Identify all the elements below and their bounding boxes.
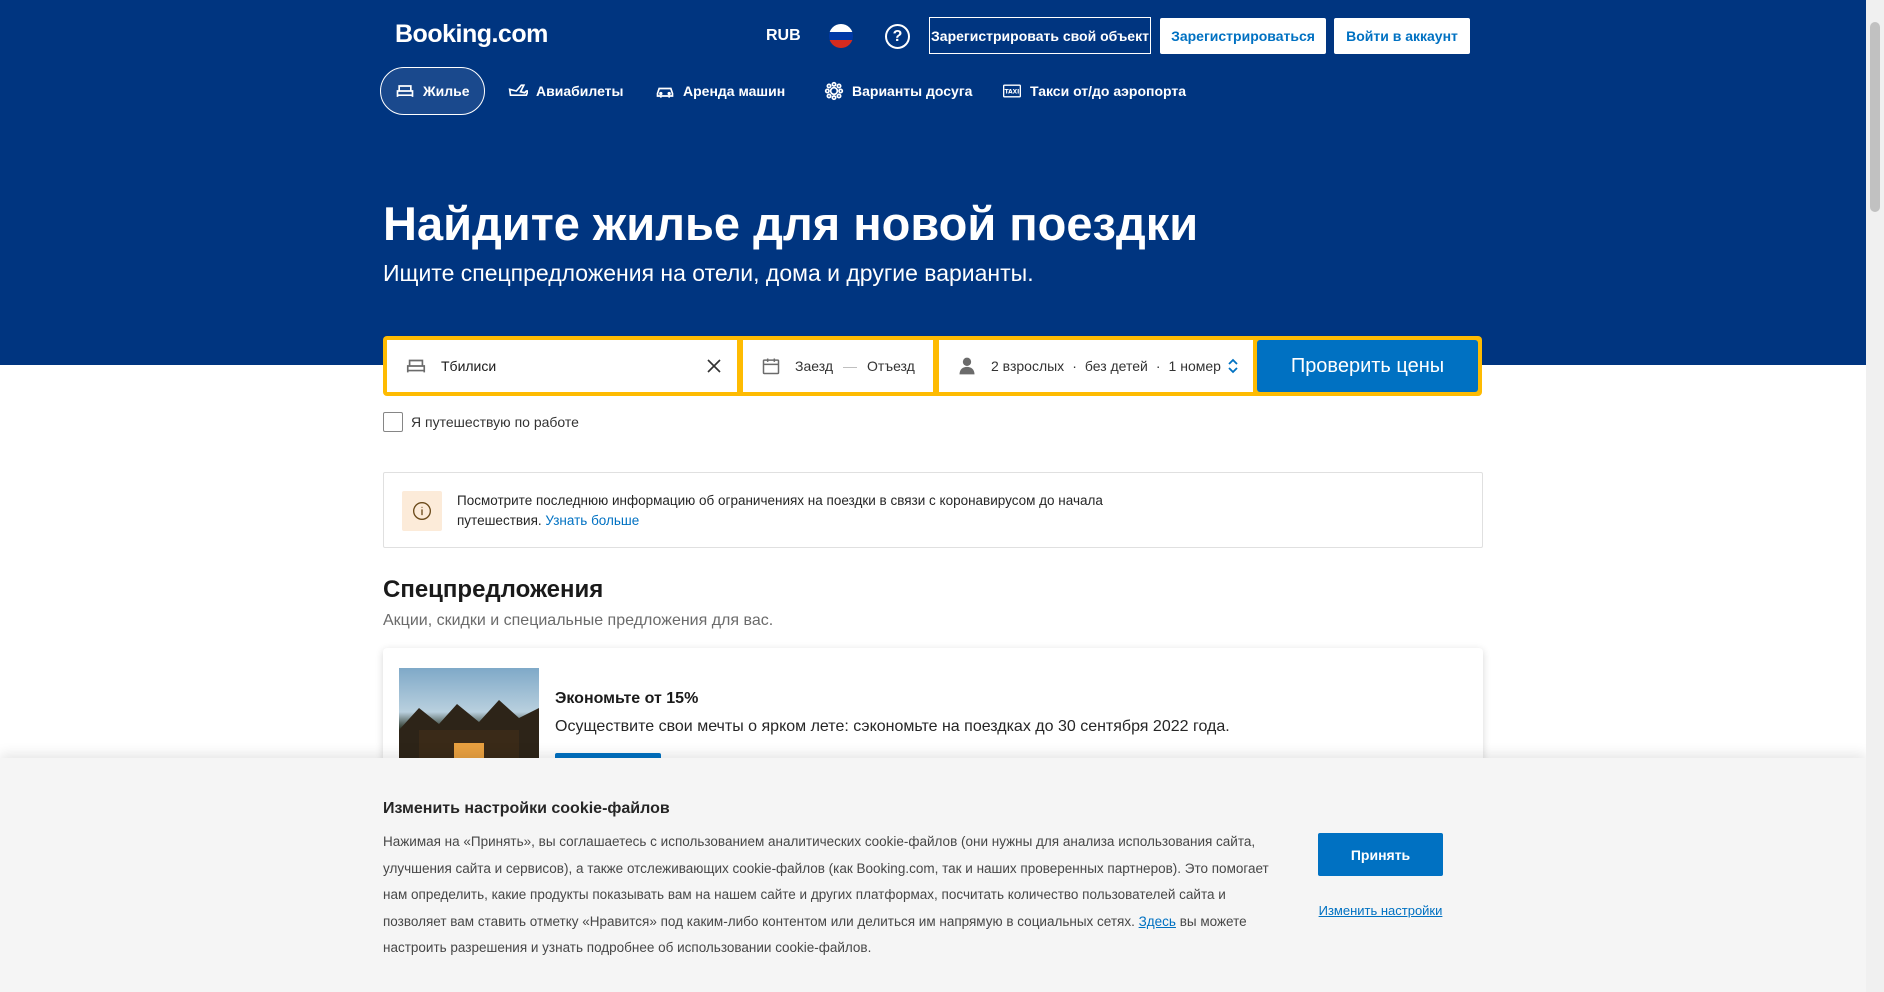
- business-travel-label: Я путешествую по работе: [411, 414, 579, 430]
- guests-separator-2: ·: [1155, 358, 1161, 374]
- nav-airport-taxi-label: Такси от/до аэропорта: [1030, 83, 1187, 99]
- cookie-settings-link[interactable]: Изменить настройки: [1318, 903, 1443, 918]
- help-icon[interactable]: ?: [885, 24, 910, 49]
- learn-more-link[interactable]: Узнать больше: [545, 513, 639, 528]
- calendar-icon: [762, 358, 780, 375]
- scrollbar[interactable]: [1866, 0, 1884, 992]
- person-icon: [959, 357, 975, 375]
- dates-field[interactable]: Заезд — Отъезд: [743, 340, 933, 392]
- attractions-icon: [824, 81, 844, 101]
- bed-icon: [406, 359, 426, 373]
- checkout-label: Отъезд: [867, 358, 915, 374]
- deal-description: Осуществите свои мечты о ярком лете: сэк…: [555, 718, 1230, 735]
- cookie-here-link[interactable]: Здесь: [1139, 914, 1176, 929]
- nav-airport-taxi[interactable]: TAXI Такси от/до аэропорта: [988, 67, 1200, 115]
- chevron-updown-icon: [1228, 358, 1238, 374]
- nav-attractions[interactable]: Варианты досуга: [810, 67, 986, 115]
- nav-stays-label: Жилье: [423, 83, 470, 99]
- bed-icon: [396, 85, 414, 97]
- nav-flights-label: Авиабилеты: [536, 83, 624, 99]
- taxi-icon: TAXI: [1003, 84, 1021, 98]
- cookie-text: Нажимая на «Принять», вы соглашаетесь с …: [383, 829, 1283, 962]
- svg-text:TAXI: TAXI: [1005, 90, 1020, 96]
- business-travel-checkbox[interactable]: [383, 412, 403, 432]
- list-property-button[interactable]: Зарегистрировать свой объект: [929, 17, 1151, 54]
- deals-title: Спецпредложения: [383, 576, 604, 603]
- checkin-label: Заезд: [795, 358, 834, 374]
- destination-field[interactable]: Тбилиси: [387, 340, 737, 392]
- register-button[interactable]: Зарегистрироваться: [1160, 18, 1326, 54]
- date-separator: —: [843, 358, 858, 374]
- plane-icon: [508, 84, 528, 96]
- alert-text: Посмотрите последнюю информацию об огран…: [457, 491, 1177, 531]
- page-subtitle: Ищите спецпредложения на отели, дома и д…: [383, 260, 1034, 286]
- currency-selector[interactable]: RUB: [766, 27, 801, 45]
- nav-flights[interactable]: Авиабилеты: [494, 67, 638, 115]
- sign-in-button[interactable]: Войти в аккаунт: [1334, 18, 1470, 54]
- destination-value: Тбилиси: [441, 358, 497, 374]
- accept-cookies-button[interactable]: Принять: [1318, 833, 1443, 876]
- page-title: Найдите жилье для новой поездки: [383, 197, 1199, 250]
- booking-logo[interactable]: Booking.com: [395, 20, 548, 49]
- rooms-value: 1 номер: [1168, 358, 1221, 374]
- check-prices-button[interactable]: Проверить цены: [1257, 340, 1478, 392]
- deal-title: Экономьте от 15%: [555, 690, 699, 707]
- nav-car-rental-label: Аренда машин: [683, 83, 786, 99]
- hero-header: Booking.com RUB ? Зарегистрировать свой …: [0, 0, 1866, 365]
- cookie-banner: Изменить настройки cookie-файлов Нажимая…: [0, 758, 1866, 992]
- nav-stays[interactable]: Жилье: [380, 67, 485, 115]
- deals-subtitle: Акции, скидки и специальные предложения …: [383, 612, 774, 629]
- scrollbar-thumb[interactable]: [1870, 22, 1880, 212]
- children-value: без детей: [1084, 358, 1148, 374]
- nav-car-rental[interactable]: Аренда машин: [641, 67, 799, 115]
- business-travel-row[interactable]: Я путешествую по работе: [383, 412, 579, 432]
- covid-alert: Посмотрите последнюю информацию об огран…: [383, 472, 1483, 548]
- cookie-title: Изменить настройки cookie-файлов: [383, 800, 670, 817]
- nav-attractions-label: Варианты досуга: [852, 83, 973, 99]
- info-icon: [402, 491, 442, 531]
- page: Booking.com RUB ? Зарегистрировать свой …: [0, 0, 1884, 992]
- guests-field[interactable]: 2 взрослых · без детей · 1 номер: [939, 340, 1253, 392]
- cookie-text-main: Нажимая на «Принять», вы соглашаетесь с …: [383, 834, 1269, 929]
- russia-flag-icon[interactable]: [829, 24, 853, 48]
- clear-icon[interactable]: [705, 357, 723, 375]
- car-icon: [656, 87, 674, 98]
- adults-value: 2 взрослых: [991, 358, 1065, 374]
- guests-separator-1: ·: [1072, 358, 1077, 374]
- search-bar: Тбилиси Заезд — Отъезд 2 взрослых · без …: [383, 336, 1482, 396]
